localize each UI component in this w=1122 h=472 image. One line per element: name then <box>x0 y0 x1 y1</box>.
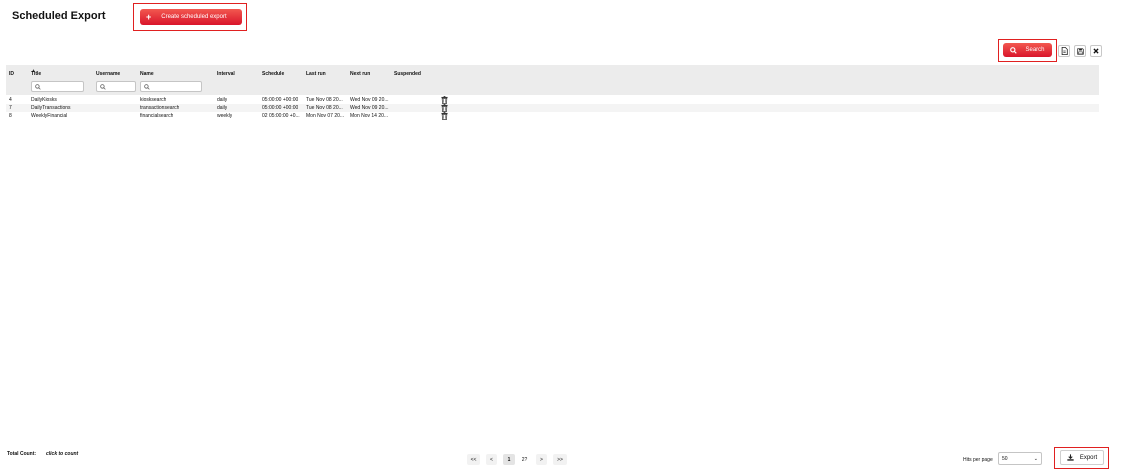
cell-interval: daily <box>217 97 228 103</box>
column-header-schedule[interactable]: Schedule <box>262 71 284 77</box>
save-icon <box>1076 47 1084 55</box>
hits-per-page-select[interactable]: 50 ⌄ <box>998 452 1042 465</box>
cell-schedule: 02 05:00:00 +0... <box>262 113 300 119</box>
trash-icon[interactable] <box>441 96 448 104</box>
cell-title: WeeklyFinancial <box>31 113 68 119</box>
search-button[interactable]: Search <box>1003 43 1052 57</box>
cell-name: transactionsearch <box>140 105 180 111</box>
search-icon <box>144 83 150 90</box>
prev-page-button[interactable]: < <box>486 454 497 465</box>
hits-per-page-label: Hits per page <box>963 457 993 463</box>
table-body: 4 DailyKiosks kiosksearch daily 05:00:00… <box>6 96 1099 120</box>
cell-title: DailyKiosks <box>31 97 57 103</box>
first-page-button[interactable]: << <box>467 454 480 465</box>
search-icon <box>35 83 41 90</box>
cell-schedule: 05:00:00 +00:00 <box>262 105 299 111</box>
table-row[interactable]: 8 WeeklyFinancial financialsearch weekly… <box>6 112 1099 120</box>
cell-interval: weekly <box>217 113 233 119</box>
column-header-username[interactable]: Username <box>96 71 120 77</box>
cell-id: 8 <box>9 113 12 119</box>
document-icon <box>1061 47 1068 55</box>
plus-icon: + <box>146 11 152 22</box>
cell-last-run: Tue Nov 08 20... <box>306 105 343 111</box>
name-filter-input[interactable] <box>140 81 202 92</box>
column-header-title[interactable]: Title <box>31 71 41 77</box>
total-count-label: Total Count: <box>7 451 37 457</box>
last-page-button[interactable]: >> <box>553 454 567 465</box>
save-button[interactable] <box>1074 45 1086 57</box>
table-row[interactable]: 4 DailyKiosks kiosksearch daily 05:00:00… <box>6 96 1099 104</box>
title-filter-input[interactable] <box>31 81 84 92</box>
column-header-name[interactable]: Name <box>140 71 154 77</box>
cell-name: kiosksearch <box>140 97 167 103</box>
table-row[interactable]: 7 DailyTransactions transactionsearch da… <box>6 104 1099 112</box>
create-scheduled-export-button[interactable]: + Create scheduled export <box>140 9 242 25</box>
hits-per-page-value: 50 <box>1002 455 1008 462</box>
column-header-next-run[interactable]: Next run <box>350 71 370 77</box>
page-title: Scheduled Export <box>12 10 106 22</box>
download-icon <box>1067 454 1074 461</box>
cell-interval: daily <box>217 105 228 111</box>
column-header-interval[interactable]: Interval <box>217 71 235 77</box>
cell-id: 7 <box>9 105 12 111</box>
table-header: ▲ ID Title Username Name Interval Schedu… <box>6 65 1099 95</box>
cell-last-run: Mon Nov 07 20... <box>306 113 345 119</box>
click-to-count-link[interactable]: click to count <box>46 451 78 457</box>
column-header-last-run[interactable]: Last run <box>306 71 326 77</box>
next-page-button[interactable]: > <box>536 454 547 465</box>
search-icon <box>100 83 106 90</box>
clear-button[interactable] <box>1090 45 1102 57</box>
column-header-id[interactable]: ID <box>9 71 14 77</box>
close-icon <box>1093 48 1099 54</box>
trash-icon[interactable] <box>441 112 448 120</box>
cell-next-run: Wed Nov 09 20... <box>350 105 389 111</box>
cell-last-run: Tue Nov 08 20... <box>306 97 343 103</box>
page-2-button[interactable]: 2? <box>518 454 531 465</box>
cell-id: 4 <box>9 97 12 103</box>
cell-title: DailyTransactions <box>31 105 71 111</box>
create-button-label: Create scheduled export <box>161 14 227 20</box>
cell-next-run: Wed Nov 09 20... <box>350 97 389 103</box>
cell-next-run: Mon Nov 14 20... <box>350 113 389 119</box>
trash-icon[interactable] <box>441 104 448 112</box>
export-button-label: Export <box>1079 454 1098 461</box>
cell-name: financialsearch <box>140 113 174 119</box>
username-filter-input[interactable] <box>96 81 136 92</box>
search-button-label: Search <box>1025 47 1045 53</box>
search-icon <box>1010 46 1018 54</box>
export-button[interactable]: Export <box>1060 450 1104 465</box>
page-1-button[interactable]: 1 <box>503 454 515 465</box>
chevron-down-icon: ⌄ <box>1033 456 1038 462</box>
column-header-suspended[interactable]: Suspended <box>394 71 421 77</box>
cell-schedule: 05:00:00 +00:00 <box>262 97 299 103</box>
document-button[interactable] <box>1058 45 1070 57</box>
